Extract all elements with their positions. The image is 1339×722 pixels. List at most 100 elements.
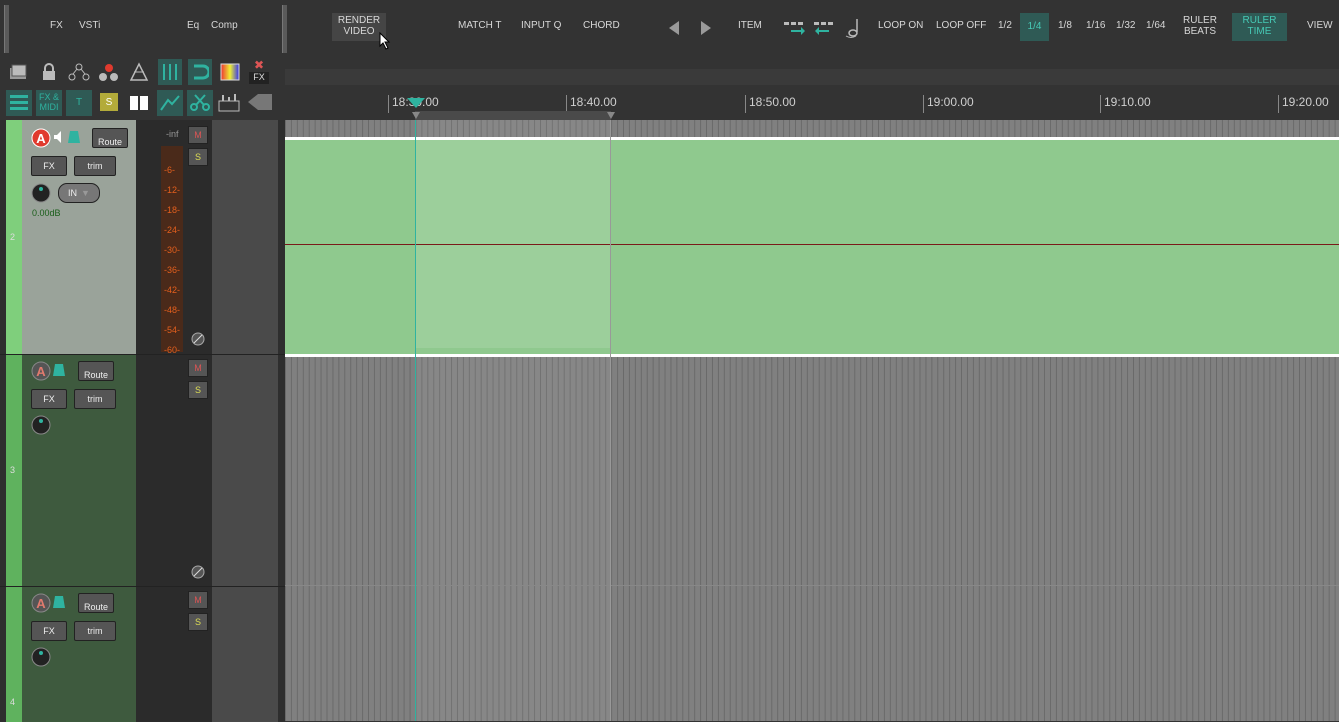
- phase-invert-icon[interactable]: [191, 565, 205, 579]
- solo-s-button[interactable]: S: [100, 93, 118, 111]
- render-video-label-2: VIDEO: [343, 26, 375, 37]
- scissors-icon[interactable]: [187, 90, 213, 116]
- color-icon[interactable]: [219, 61, 241, 83]
- back-arrow-icon[interactable]: [246, 91, 274, 113]
- fx-midi-label-2: MIDI: [39, 102, 59, 112]
- record-arm-button[interactable]: A: [31, 128, 51, 148]
- match-tempo-button[interactable]: MATCH T: [458, 20, 502, 31]
- grid-1-32-button[interactable]: 1/32: [1116, 20, 1135, 31]
- monitor-icon[interactable]: [67, 129, 81, 145]
- arrange-view[interactable]: [285, 120, 1339, 721]
- tracks-list-icon[interactable]: [6, 90, 32, 116]
- selection-end-marker-icon[interactable]: [606, 111, 616, 120]
- eq-button[interactable]: Eq: [187, 20, 199, 31]
- note-icon[interactable]: [843, 17, 865, 39]
- chord-button[interactable]: CHORD: [583, 20, 620, 31]
- trim-label: trim: [87, 626, 103, 636]
- layout-icon[interactable]: [128, 92, 150, 114]
- grid-icon[interactable]: [158, 59, 182, 85]
- ruler-tick: [745, 95, 746, 113]
- selection-end-line: [610, 120, 611, 721]
- ruler-beats-button[interactable]: RULER BEATS: [1180, 14, 1220, 40]
- pan-knob[interactable]: [31, 183, 51, 203]
- meter-scale-label: -12-: [164, 185, 181, 195]
- fx-button[interactable]: FX: [31, 621, 67, 641]
- input-quantize-button[interactable]: INPUT Q: [521, 20, 561, 31]
- edit-cursor[interactable]: [415, 120, 416, 721]
- track-mixer-strip: [212, 587, 479, 722]
- fx-button[interactable]: FX: [31, 389, 67, 409]
- comp-button[interactable]: Comp: [211, 20, 238, 31]
- lock-icon[interactable]: [38, 61, 60, 83]
- snap-icon[interactable]: [188, 59, 212, 85]
- render-video-button[interactable]: RENDER VIDEO: [332, 13, 386, 41]
- time-selection-bar[interactable]: [415, 111, 611, 120]
- route-button[interactable]: Route: [92, 128, 128, 148]
- trim-button[interactable]: trim: [74, 621, 116, 641]
- monitor-icon[interactable]: [52, 362, 66, 378]
- track-4[interactable]: 4 A Route FX trim M S: [0, 586, 479, 722]
- grid-nudge-left-icon[interactable]: [813, 20, 837, 36]
- grid-1-16-button[interactable]: 1/16: [1086, 20, 1105, 31]
- solo-label: S: [194, 152, 201, 162]
- fx-button[interactable]: FX: [31, 156, 67, 176]
- item-button[interactable]: ITEM: [738, 20, 762, 31]
- track-2[interactable]: 2 A Route FX trim IN ▼ 0.00dB -inf -6- -1…: [0, 120, 479, 355]
- solo-button[interactable]: S: [188, 613, 208, 631]
- track-3[interactable]: 3 A Route FX trim M S: [0, 354, 479, 587]
- route-button[interactable]: Route: [78, 361, 114, 381]
- speaker-icon[interactable]: [53, 130, 67, 144]
- track-meter: M S: [136, 587, 212, 722]
- fx-label: FX: [43, 161, 55, 171]
- monitor-icon[interactable]: [52, 594, 66, 610]
- grid-nudge-right-icon[interactable]: [783, 20, 807, 36]
- mute-button[interactable]: M: [188, 359, 208, 377]
- fx-button[interactable]: FX: [50, 20, 63, 31]
- trim-button[interactable]: trim: [74, 156, 116, 176]
- loop-on-button[interactable]: LOOP ON: [878, 20, 923, 31]
- playhead-marker-icon[interactable]: [406, 97, 426, 109]
- fx-midi-button[interactable]: FX & MIDI: [36, 90, 62, 116]
- loop-off-button[interactable]: LOOP OFF: [936, 20, 986, 31]
- svg-text:A: A: [36, 596, 46, 611]
- track-control-panel: 2 A Route FX trim IN ▼ 0.00dB -inf -6- -1…: [0, 120, 479, 722]
- grid-1-8-button[interactable]: 1/8: [1058, 20, 1072, 31]
- track-meter: M S: [136, 355, 212, 587]
- vsti-button[interactable]: VSTi: [79, 20, 100, 31]
- track-header: A Route FX trim: [22, 355, 136, 587]
- trim-label: trim: [87, 394, 103, 404]
- metronome-icon[interactable]: [128, 61, 150, 83]
- trim-button[interactable]: trim: [74, 389, 116, 409]
- pan-knob[interactable]: [31, 415, 51, 435]
- folder-icon[interactable]: [8, 61, 30, 83]
- mute-button[interactable]: M: [188, 126, 208, 144]
- view-button[interactable]: VIEW: [1307, 20, 1333, 31]
- record-arm-icon[interactable]: [98, 61, 120, 83]
- waveform-centerline: [285, 244, 1339, 245]
- next-arrow-icon[interactable]: [698, 20, 714, 36]
- record-arm-button[interactable]: A: [31, 361, 51, 381]
- t-button[interactable]: T: [66, 90, 92, 116]
- envelope-icon[interactable]: [157, 90, 183, 116]
- track-meter: -inf -6- -12- -18- -24- -30- -36- -42- -…: [136, 120, 212, 355]
- remove-fx-label: FX: [249, 72, 269, 84]
- prev-arrow-icon[interactable]: [666, 20, 682, 36]
- grid-1-2-button[interactable]: 1/2: [998, 20, 1012, 31]
- remove-fx-button[interactable]: ✖ FX: [248, 58, 270, 84]
- route-button[interactable]: Route: [78, 593, 114, 613]
- solo-button[interactable]: S: [188, 381, 208, 399]
- input-select-button[interactable]: IN ▼: [58, 183, 100, 203]
- solo-button[interactable]: S: [188, 148, 208, 166]
- routing-icon[interactable]: [68, 61, 90, 83]
- selection-start-marker-icon[interactable]: [411, 111, 421, 120]
- mixer-icon[interactable]: [218, 92, 240, 114]
- phase-invert-icon[interactable]: [191, 332, 205, 346]
- grid-1-64-button[interactable]: 1/64: [1146, 20, 1165, 31]
- record-arm-button[interactable]: A: [31, 593, 51, 613]
- mute-button[interactable]: M: [188, 591, 208, 609]
- timeline-ruler[interactable]: 18:30.00 18:40.00 18:50.00 19:00.00 19:1…: [285, 55, 1339, 120]
- track-number-column: 4: [0, 587, 22, 722]
- pan-knob[interactable]: [31, 647, 51, 667]
- grid-1-4-button[interactable]: 1/4: [1020, 13, 1049, 41]
- ruler-time-button[interactable]: RULER TIME: [1232, 13, 1287, 41]
